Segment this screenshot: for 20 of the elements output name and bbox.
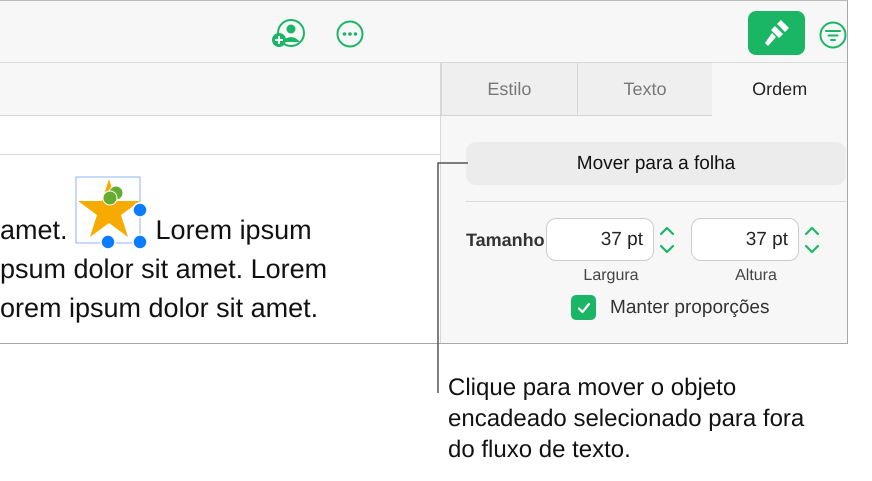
tab[interactable]: Texto (576, 63, 712, 116)
body-text: amet. (0, 214, 68, 247)
tab[interactable]: Estilo (441, 63, 577, 116)
size-label: Tamanho (466, 230, 546, 251)
body-text: orem ipsum dolor sit amet. (0, 292, 318, 325)
move-button[interactable]: Mover para a folha (466, 142, 846, 185)
body-text: psum dolor sit amet. Lorem (0, 253, 328, 286)
body-text: Lorem ipsum (156, 214, 312, 247)
more-icon[interactable] (336, 20, 364, 48)
size-field[interactable]: 37 pt (691, 218, 799, 261)
paintbrush-icon (762, 19, 790, 47)
organize-icon[interactable] (819, 21, 847, 49)
field-caption: Largura (583, 267, 639, 285)
size-field[interactable]: 37 pt (546, 218, 654, 261)
format-button[interactable] (748, 11, 805, 55)
field-caption: Altura (735, 267, 777, 285)
collaborate-icon[interactable] (271, 19, 307, 49)
checkbox-label: Manter proporções (610, 296, 770, 318)
callout-text: Clique para mover o objeto encadeado selecionado para fora do fluxo de texto. (448, 373, 806, 465)
checkbox[interactable] (571, 295, 596, 320)
